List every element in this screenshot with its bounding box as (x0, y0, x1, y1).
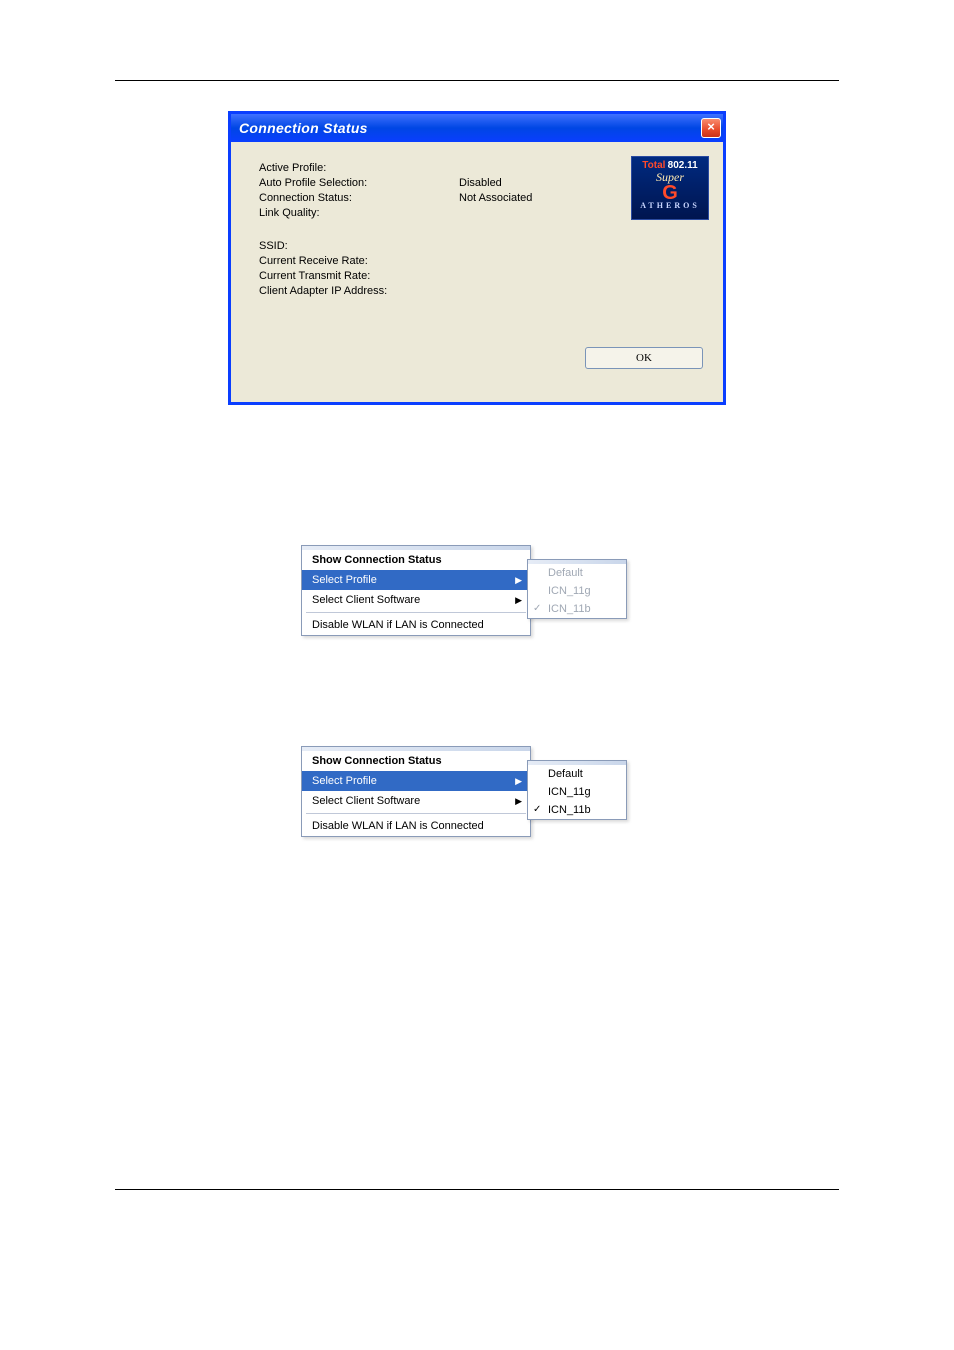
dialog-title: Connection Status (239, 120, 368, 136)
submenu-arrow-icon: ▶ (515, 796, 522, 807)
menu-item-label: Select Client Software (312, 594, 420, 606)
context-menu-1-wrap: Show Connection Status Select Profile ▶ … (301, 545, 653, 636)
submenu-item-icn11b[interactable]: ✓ ICN_11b (528, 600, 626, 618)
context-menu-2: Show Connection Status Select Profile ▶ … (301, 746, 531, 837)
context-menu-2-wrap: Show Connection Status Select Profile ▶ … (301, 746, 653, 837)
menu-item-select-client[interactable]: Select Client Software ▶ (302, 590, 530, 610)
logo-atheros: ATHEROS (634, 202, 706, 211)
menu-separator (306, 612, 526, 613)
atheros-logo: Total 802.11 Super G ATHEROS (631, 156, 709, 220)
submenu-arrow-icon: ▶ (515, 575, 522, 586)
menu-separator (306, 813, 526, 814)
menu-item-show-status[interactable]: Show Connection Status (302, 751, 530, 771)
bottom-rule (115, 1189, 839, 1190)
titlebar: Connection Status × (231, 114, 723, 142)
menu-item-label: Show Connection Status (312, 755, 442, 767)
top-rule (115, 80, 839, 81)
menu-item-select-client[interactable]: Select Client Software ▶ (302, 791, 530, 811)
connection-status-dialog: Connection Status × Total 802.11 Super G… (228, 111, 726, 405)
check-icon: ✓ (533, 804, 541, 815)
submenu-item-icn11b[interactable]: ✓ ICN_11b (528, 801, 626, 819)
submenu-item-label: ICN_11g (548, 585, 591, 597)
label-active-profile: Active Profile: (259, 162, 459, 174)
logo-g: G (634, 184, 706, 202)
label-conn-status: Connection Status: (259, 192, 459, 204)
menu-item-select-profile[interactable]: Select Profile ▶ (302, 570, 530, 590)
close-icon: × (707, 119, 715, 134)
submenu-arrow-icon: ▶ (515, 595, 522, 606)
label-tx-rate: Current Transmit Rate: (259, 270, 459, 282)
menu-item-select-profile[interactable]: Select Profile ▶ (302, 771, 530, 791)
label-auto-profile: Auto Profile Selection: (259, 177, 459, 189)
menu-item-disable-wlan[interactable]: Disable WLAN if LAN is Connected (302, 615, 530, 635)
menu-item-label: Show Connection Status (312, 554, 442, 566)
submenu-item-icn11g[interactable]: ICN_11g (528, 783, 626, 801)
submenu-item-label: Default (548, 768, 583, 780)
close-button[interactable]: × (701, 118, 721, 138)
dialog-body: Total 802.11 Super G ATHEROS Active Prof… (231, 142, 723, 402)
label-ssid: SSID: (259, 240, 459, 252)
check-icon: ✓ (533, 603, 541, 614)
menu-item-label: Disable WLAN if LAN is Connected (312, 619, 484, 631)
menu-item-label: Select Profile (312, 775, 377, 787)
submenu-item-label: ICN_11b (548, 603, 591, 615)
submenu-profiles-dim: Default ICN_11g ✓ ICN_11b (527, 559, 627, 619)
menu-item-label: Disable WLAN if LAN is Connected (312, 820, 484, 832)
menu-item-label: Select Profile (312, 574, 377, 586)
value-auto-profile: Disabled (459, 177, 502, 189)
label-ip-addr: Client Adapter IP Address: (259, 285, 459, 297)
page: Connection Status × Total 802.11 Super G… (0, 0, 954, 1350)
submenu-item-label: Default (548, 567, 583, 579)
menu-item-disable-wlan[interactable]: Disable WLAN if LAN is Connected (302, 816, 530, 836)
submenu-item-default[interactable]: Default (528, 765, 626, 783)
submenu-arrow-icon: ▶ (515, 776, 522, 787)
submenu-item-label: ICN_11g (548, 786, 591, 798)
ok-button[interactable]: OK (585, 347, 703, 369)
label-link-quality: Link Quality: (259, 207, 459, 219)
submenu-item-icn11g[interactable]: ICN_11g (528, 582, 626, 600)
menu-item-label: Select Client Software (312, 795, 420, 807)
submenu-profiles: Default ICN_11g ✓ ICN_11b (527, 760, 627, 820)
context-menu-1: Show Connection Status Select Profile ▶ … (301, 545, 531, 636)
value-conn-status: Not Associated (459, 192, 532, 204)
submenu-item-default[interactable]: Default (528, 564, 626, 582)
submenu-item-label: ICN_11b (548, 804, 591, 816)
menu-item-show-status[interactable]: Show Connection Status (302, 550, 530, 570)
label-rx-rate: Current Receive Rate: (259, 255, 459, 267)
